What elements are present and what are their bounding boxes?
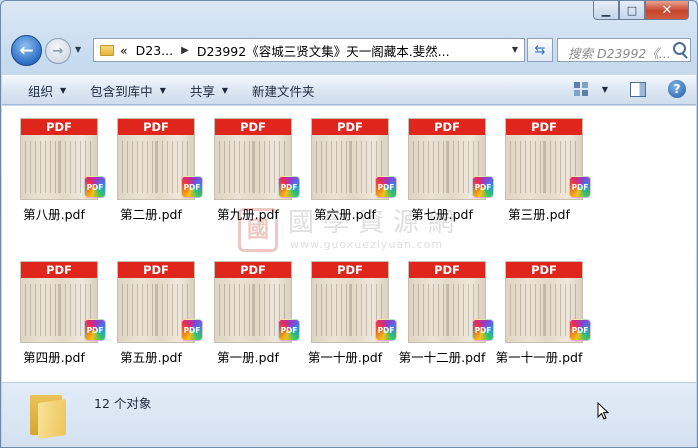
page-text-preview <box>122 284 190 336</box>
page-text-preview <box>219 284 287 336</box>
caption-buttons: ▁ □ ✕ <box>593 1 689 20</box>
file-item[interactable]: PDF PDF 第七册.pdf <box>394 110 494 230</box>
page-text-preview <box>413 284 481 336</box>
toolbar-right-group: ▼ ? <box>572 80 686 98</box>
view-options-icon[interactable] <box>572 80 592 98</box>
forward-button[interactable]: → <box>45 38 71 64</box>
maximize-button[interactable]: □ <box>619 1 645 20</box>
search-placeholder: 搜索 D23992《... <box>568 46 671 61</box>
organize-label: 组织 <box>28 83 54 99</box>
chevron-down-icon: ▼ <box>159 85 166 95</box>
page-text-preview <box>316 141 384 193</box>
file-item[interactable]: PDF PDF 第一十册.pdf <box>297 253 397 373</box>
search-input[interactable]: 搜索 D23992《... <box>557 38 691 62</box>
chevron-down-icon: ▼ <box>60 85 67 95</box>
file-item[interactable]: PDF PDF 第三册.pdf <box>491 110 591 230</box>
file-name-label: 第五册.pdf <box>120 350 182 365</box>
pdf-band-label: PDF <box>118 119 194 135</box>
forward-arrow-icon: → <box>52 43 64 59</box>
pdf-band-label: PDF <box>409 119 485 135</box>
search-icon <box>673 42 686 55</box>
command-toolbar: 组织 ▼ 包含到库中 ▼ 共享 ▼ 新建文件夹 ▼ ? <box>2 75 696 105</box>
include-in-library-label: 包含到库中 <box>90 83 153 99</box>
new-folder-button[interactable]: 新建文件夹 <box>240 79 327 101</box>
file-item[interactable]: PDF PDF 第六册.pdf <box>297 110 397 230</box>
include-in-library-menu[interactable]: 包含到库中 ▼ <box>78 79 178 101</box>
page-text-preview <box>122 141 190 193</box>
view-dropdown-icon[interactable]: ▼ <box>602 85 608 94</box>
file-list-view[interactable]: 國 國學資源網 www.guoxueziyuan.com PDF PDF 第八册.p… <box>2 106 696 382</box>
file-item[interactable]: PDF PDF 第八册.pdf <box>6 110 106 230</box>
file-name-label: 第一册.pdf <box>217 350 279 365</box>
explorer-window: ▁ □ ✕ ← → ▼ « D23... ▶ D23992《容城三贤文集》天一阁… <box>0 0 698 448</box>
file-name-label: 第一十一册.pdf <box>495 350 583 365</box>
pdf-band-label: PDF <box>21 262 97 278</box>
page-text-preview <box>25 141 93 193</box>
back-button[interactable]: ← <box>11 35 42 66</box>
mouse-cursor-icon <box>597 402 609 420</box>
breadcrumb-root[interactable]: D23... <box>136 43 173 58</box>
help-icon[interactable]: ? <box>668 80 686 98</box>
file-name-label: 第二册.pdf <box>120 207 182 222</box>
file-item[interactable]: PDF PDF 第四册.pdf <box>6 253 106 373</box>
close-button[interactable]: ✕ <box>645 1 689 20</box>
file-item[interactable]: PDF PDF 第二册.pdf <box>103 110 203 230</box>
file-name-label: 第九册.pdf <box>217 207 279 222</box>
pdf-app-icon: PDF <box>569 319 591 341</box>
navigation-bar: ← → ▼ « D23... ▶ D23992《容城三贤文集》天一阁藏本.斐然.… <box>9 35 691 67</box>
address-overflow[interactable]: « <box>120 43 128 58</box>
page-text-preview <box>510 284 578 336</box>
file-name-label: 第三册.pdf <box>508 207 570 222</box>
watermark-url: www.guoxueziyuan.com <box>290 238 444 251</box>
file-name-label: 第八册.pdf <box>23 207 85 222</box>
pdf-band-label: PDF <box>215 119 291 135</box>
item-count: 12 个对象 <box>94 396 152 411</box>
pdf-band-label: PDF <box>312 119 388 135</box>
minimize-button[interactable]: ▁ <box>593 1 619 20</box>
pdf-band-label: PDF <box>409 262 485 278</box>
refresh-button[interactable]: ⇆ <box>527 38 553 62</box>
refresh-icon: ⇆ <box>534 42 546 58</box>
share-menu[interactable]: 共享 ▼ <box>178 79 240 101</box>
page-text-preview <box>413 141 481 193</box>
file-item[interactable]: PDF PDF 第一册.pdf <box>200 253 300 373</box>
file-name-label: 第一十二册.pdf <box>398 350 486 365</box>
pdf-band-label: PDF <box>506 262 582 278</box>
file-item[interactable]: PDF PDF 第一十一册.pdf <box>491 253 591 373</box>
preview-pane-icon[interactable] <box>630 81 646 97</box>
file-item[interactable]: PDF PDF 第九册.pdf <box>200 110 300 230</box>
pdf-app-icon: PDF <box>569 176 591 198</box>
details-pane: 12 个对象 <box>2 382 696 447</box>
pdf-band-label: PDF <box>215 262 291 278</box>
pdf-band-label: PDF <box>21 119 97 135</box>
folder-large-icon <box>28 391 72 439</box>
chevron-down-icon: ▼ <box>221 85 229 95</box>
file-name-label: 第六册.pdf <box>314 207 376 222</box>
file-name-label: 第七册.pdf <box>411 207 473 222</box>
organize-menu[interactable]: 组织 ▼ <box>16 79 78 101</box>
page-text-preview <box>25 284 93 336</box>
page-text-preview <box>316 284 384 336</box>
pdf-band-label: PDF <box>118 262 194 278</box>
new-folder-label: 新建文件夹 <box>252 83 315 99</box>
page-text-preview <box>219 141 287 193</box>
address-dropdown-icon[interactable]: ▼ <box>512 45 518 54</box>
address-bar[interactable]: « D23... ▶ D23992《容城三贤文集》天一阁藏本.斐然... ▼ <box>93 38 525 62</box>
pdf-band-label: PDF <box>312 262 388 278</box>
file-name-label: 第一十册.pdf <box>307 350 383 365</box>
pdf-band-label: PDF <box>506 119 582 135</box>
folder-icon <box>100 44 114 56</box>
share-label: 共享 <box>189 83 215 99</box>
recent-pages-dropdown[interactable]: ▼ <box>75 45 81 54</box>
file-name-label: 第四册.pdf <box>23 350 85 365</box>
back-arrow-icon: ← <box>19 40 34 61</box>
breadcrumb-current[interactable]: D23992《容城三贤文集》天一阁藏本.斐然... <box>197 41 450 60</box>
file-item[interactable]: PDF PDF 第五册.pdf <box>103 253 203 373</box>
breadcrumb-separator-icon[interactable]: ▶ <box>181 45 189 56</box>
page-text-preview <box>510 141 578 193</box>
file-item[interactable]: PDF PDF 第一十二册.pdf <box>394 253 494 373</box>
